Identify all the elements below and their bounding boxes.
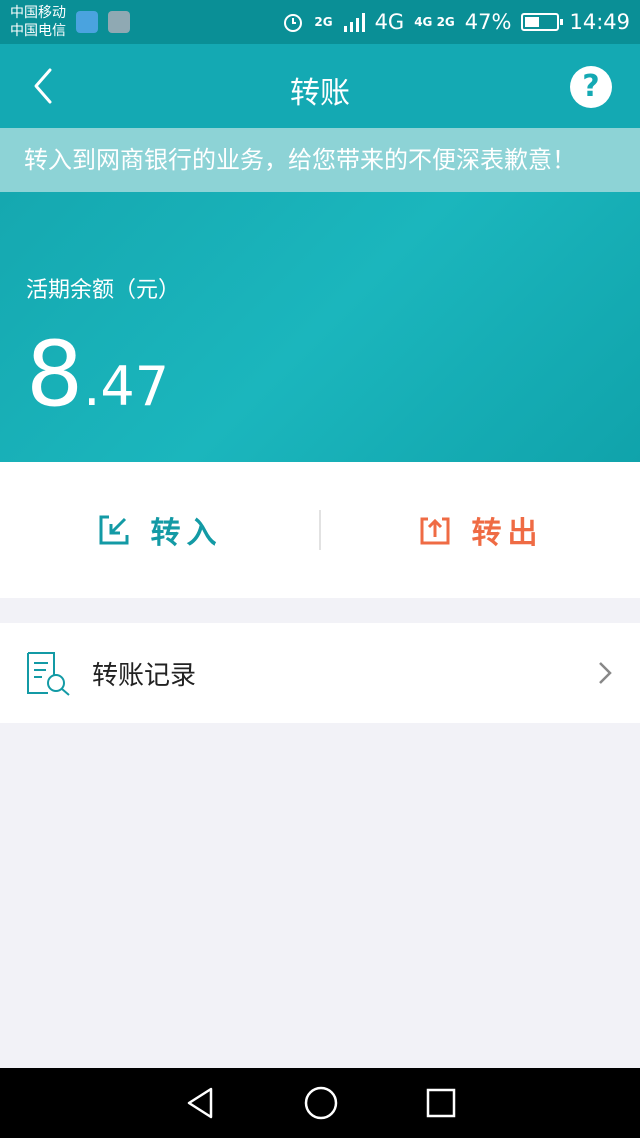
carrier-info: 中国移动 中国电信 — [10, 4, 66, 40]
transfer-out-button[interactable]: 转出 — [321, 462, 640, 598]
system-nav-bar — [0, 1068, 640, 1138]
chevron-right-icon — [599, 662, 612, 684]
battery-icon — [521, 13, 564, 31]
alarm-icon — [284, 14, 303, 32]
balance-label: 活期余额（元） — [26, 278, 181, 303]
transfer-actions: 转入 转出 — [0, 462, 640, 598]
help-button[interactable]: ? — [570, 66, 612, 108]
records-document-icon — [27, 652, 70, 696]
transfer-in-button[interactable]: 转入 — [0, 462, 319, 598]
transfer-records-row[interactable]: 转账记录 — [0, 623, 640, 723]
balance-amount: 8.47 — [26, 330, 169, 420]
signal-4g-label: 4G — [374, 10, 405, 34]
top-nav-bar: 转账 ? — [0, 44, 640, 128]
records-label: 转账记录 — [92, 660, 197, 691]
carrier-1: 中国移动 — [10, 5, 66, 21]
home-nav-icon[interactable] — [303, 1085, 339, 1121]
transfer-out-icon — [420, 517, 449, 545]
health-app-icon — [76, 11, 98, 33]
balance-integer: 8 — [26, 322, 84, 427]
notice-banner: 转入到网商银行的业务，给您带来的不便深表歉意！ — [0, 128, 640, 192]
page-title: 转账 — [290, 76, 350, 111]
recents-nav-icon[interactable] — [425, 1087, 457, 1119]
balance-card: 活期余额（元） 8.47 — [0, 192, 640, 462]
battery-percent: 47% — [464, 10, 512, 34]
transfer-out-label: 转出 — [471, 516, 544, 551]
back-nav-icon[interactable] — [183, 1085, 217, 1121]
status-bar: 中国移动 中国电信 2G 4G 4G 2G 47% 14:49 — [0, 0, 640, 44]
signal-icon — [343, 13, 365, 32]
signal-2g-label: 2G — [314, 15, 333, 29]
transfer-in-icon — [99, 515, 128, 545]
status-right: 2G 4G 4G 2G 47% 14:49 — [282, 10, 630, 34]
carrier-2: 中国电信 — [10, 23, 66, 39]
clock: 14:49 — [569, 10, 630, 34]
balance-decimal: .47 — [83, 355, 170, 418]
gallery-app-icon — [108, 11, 130, 33]
transfer-in-label: 转入 — [150, 516, 223, 551]
notice-text: 转入到网商银行的业务，给您带来的不便深表歉意！ — [24, 146, 576, 174]
signal-4g-2g-label: 4G 2G — [414, 15, 455, 29]
